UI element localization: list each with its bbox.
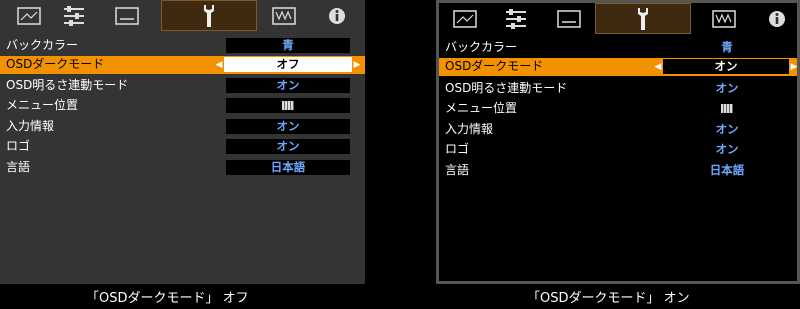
tab-setup[interactable] (161, 0, 257, 31)
menu-row-osd-brightness-link[interactable]: OSD明るさ連動モード オン (0, 77, 365, 94)
menu-row-language[interactable]: 言語 日本語 (0, 159, 365, 176)
menu-row-osd-dark-mode[interactable]: OSDダークモード ◀ オフ ▶ (0, 56, 365, 74)
menu-row-back-color[interactable]: バックカラー 青 (0, 37, 365, 54)
caption-dark-mode-on: 「OSDダークモード」 オン (527, 291, 690, 306)
grid-icon (282, 101, 294, 110)
adjust-icon[interactable] (57, 2, 91, 30)
osd-menu-dark-mode-off: バックカラー 青 OSDダークモード ◀ オフ ▶ OSD明るさ連動モード オン… (0, 0, 365, 284)
wrench-icon (204, 4, 214, 27)
grid-icon (721, 104, 733, 113)
menu-row-logo[interactable]: ロゴ オン (439, 141, 797, 158)
menu-row-menu-position[interactable]: メニュー位置 (439, 100, 797, 117)
left-arrow-icon[interactable]: ◀ (214, 56, 224, 74)
adjust-icon[interactable] (499, 5, 533, 33)
info-icon[interactable] (320, 2, 354, 30)
osd-menu-dark-mode-on: バックカラー 青 OSDダークモード ◀ オン ▶ OSD明るさ連動モード オン… (436, 0, 800, 284)
network-icon[interactable] (267, 2, 301, 30)
caption-dark-mode-off: 「OSDダークモード」 オフ (86, 291, 249, 306)
network-icon[interactable] (707, 5, 741, 33)
screen-icon[interactable] (110, 2, 144, 30)
picture-icon[interactable] (448, 5, 482, 33)
screen-icon[interactable] (552, 5, 586, 33)
menu-row-input-info[interactable]: 入力情報 オン (0, 118, 365, 135)
menu-row-input-info[interactable]: 入力情報 オン (439, 121, 797, 138)
menu-row-language[interactable]: 言語 日本語 (439, 162, 797, 179)
menu-row-osd-dark-mode[interactable]: OSDダークモード ◀ オン ▶ (439, 58, 797, 76)
right-arrow-icon[interactable]: ▶ (352, 56, 362, 74)
info-icon[interactable] (760, 5, 794, 33)
picture-icon[interactable] (12, 2, 46, 30)
menu-row-logo[interactable]: ロゴ オン (0, 138, 365, 155)
menu-row-osd-brightness-link[interactable]: OSD明るさ連動モード オン (439, 80, 797, 97)
right-arrow-icon[interactable]: ▶ (789, 58, 799, 76)
menu-tab-bar (0, 0, 365, 34)
left-arrow-icon[interactable]: ◀ (653, 58, 663, 76)
tab-setup[interactable] (595, 3, 691, 34)
menu-tab-bar (439, 3, 797, 37)
menu-row-menu-position[interactable]: メニュー位置 (0, 97, 365, 114)
menu-row-back-color[interactable]: バックカラー 青 (439, 39, 797, 56)
wrench-icon (638, 7, 648, 30)
